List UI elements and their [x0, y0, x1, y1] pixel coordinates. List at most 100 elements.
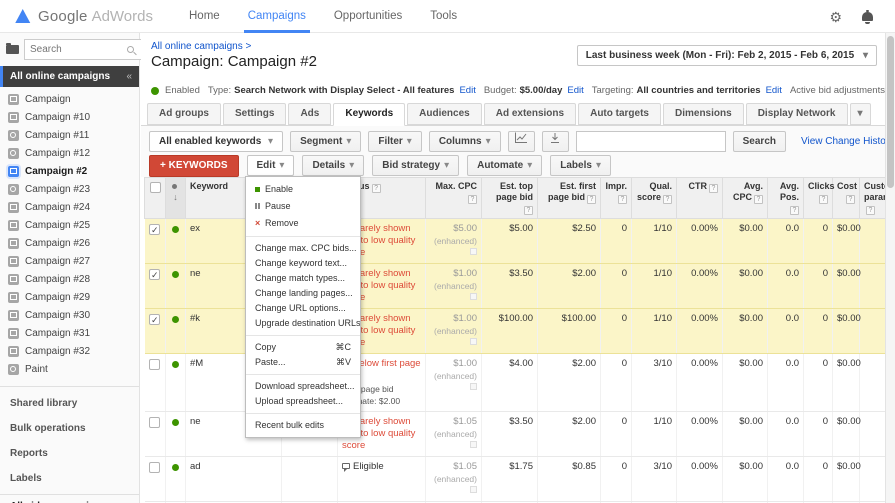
- segment-dropdown[interactable]: Segment▾: [290, 131, 361, 152]
- menu-item-enable[interactable]: Enable: [246, 181, 360, 198]
- menu-item-copy[interactable]: Copy⌘C: [246, 340, 360, 355]
- folder-icon[interactable]: [6, 45, 19, 54]
- menu-item-upload-spreadsheet[interactable]: Upload spreadsheet...: [246, 394, 360, 409]
- tab-settings[interactable]: Settings: [223, 103, 286, 125]
- select-all-checkbox[interactable]: [150, 182, 161, 193]
- row-checkbox[interactable]: ✓: [149, 314, 160, 325]
- help-icon[interactable]: ?: [372, 184, 381, 193]
- status-dot-column-header[interactable]: ↓: [166, 178, 186, 219]
- tab-ad-extensions[interactable]: Ad extensions: [484, 103, 576, 125]
- date-range-selector[interactable]: Last business week (Mon - Fri): Feb 2, 2…: [577, 45, 877, 66]
- column-header-avg-pos[interactable]: Avg. Pos.?: [768, 178, 804, 219]
- sidebar-panel-title[interactable]: All online campaigns «: [0, 66, 139, 87]
- filter-dropdown[interactable]: Filter▾: [368, 131, 421, 152]
- help-icon[interactable]: ?: [709, 184, 718, 193]
- sidebar-campaign-campaign-30[interactable]: Campaign #30: [0, 306, 139, 324]
- sidebar-campaign-campaign-29[interactable]: Campaign #29: [0, 288, 139, 306]
- collapse-icon[interactable]: «: [126, 71, 132, 82]
- nav-home[interactable]: Home: [175, 0, 234, 33]
- menu-item-change-url-options[interactable]: Change URL options...: [246, 301, 360, 316]
- vertical-scrollbar[interactable]: [885, 33, 895, 503]
- menu-item-change-max-cpc-bids[interactable]: Change max. CPC bids...: [246, 241, 360, 256]
- column-header-qual-score[interactable]: Qual. score?: [632, 178, 677, 219]
- sidebar-campaign-campaign-2[interactable]: Campaign #2: [0, 162, 139, 180]
- row-checkbox[interactable]: [149, 359, 160, 370]
- max-cpc-cell[interactable]: $1.05(enhanced): [426, 457, 482, 502]
- max-cpc-cell[interactable]: $1.05(enhanced): [426, 412, 482, 457]
- breadcrumb[interactable]: All online campaigns >: [151, 41, 251, 52]
- sidebar-campaign-campaign-31[interactable]: Campaign #31: [0, 324, 139, 342]
- tab-ads[interactable]: Ads: [288, 103, 331, 125]
- add-keywords-button[interactable]: + KEYWORDS: [149, 155, 239, 177]
- max-cpc-cell[interactable]: $5.00(enhanced): [426, 219, 482, 264]
- sidebar-search-input[interactable]: [24, 39, 142, 60]
- menu-item-recent-bulk-edits[interactable]: Recent bulk edits: [246, 418, 360, 433]
- column-header-avg-cpc[interactable]: Avg. CPC?: [723, 178, 768, 219]
- notification-bell-icon[interactable]: [862, 12, 873, 21]
- sidebar-item-reports[interactable]: Reports: [0, 441, 139, 466]
- edit-link[interactable]: Edit: [567, 85, 583, 96]
- sidebar-campaign-campaign-12[interactable]: Campaign #12: [0, 144, 139, 162]
- help-icon[interactable]: ?: [587, 195, 596, 204]
- download-button[interactable]: [542, 131, 569, 152]
- max-cpc-cell[interactable]: $1.00(enhanced): [426, 354, 482, 412]
- menu-item-upgrade-destination-urls[interactable]: Upgrade destination URLs...: [246, 316, 360, 331]
- edit-link[interactable]: Edit: [459, 85, 475, 96]
- scrollbar-thumb[interactable]: [887, 36, 894, 188]
- graph-button[interactable]: [508, 131, 535, 152]
- tab-keywords[interactable]: Keywords: [333, 103, 405, 126]
- bid-strategy-dropdown[interactable]: Bid strategy▾: [372, 155, 459, 176]
- labels-dropdown[interactable]: Labels▾: [550, 155, 611, 176]
- column-header-max-cpc[interactable]: Max. CPC?: [426, 178, 482, 219]
- row-checkbox[interactable]: [149, 417, 160, 428]
- nav-opportunities[interactable]: Opportunities: [320, 0, 416, 33]
- sidebar-campaign-campaign-23[interactable]: Campaign #23: [0, 180, 139, 198]
- sidebar-campaign-campaign-24[interactable]: Campaign #24: [0, 198, 139, 216]
- sidebar-item-shared-library[interactable]: Shared library: [0, 391, 139, 416]
- help-icon[interactable]: ?: [618, 195, 627, 204]
- view-change-history-link[interactable]: View Change History: [801, 136, 894, 147]
- automate-dropdown[interactable]: Automate▾: [467, 155, 542, 176]
- menu-item-change-match-types[interactable]: Change match types...: [246, 271, 360, 286]
- row-checkbox[interactable]: [149, 462, 160, 473]
- help-icon[interactable]: ?: [866, 206, 875, 215]
- help-icon[interactable]: ?: [754, 195, 763, 204]
- sidebar-campaign-paint[interactable]: Paint: [0, 360, 139, 378]
- column-header-cost[interactable]: Cost?: [833, 178, 860, 219]
- tab-auto-targets[interactable]: Auto targets: [578, 103, 661, 125]
- sidebar-campaign-campaign-10[interactable]: Campaign #10: [0, 108, 139, 126]
- row-checkbox[interactable]: ✓: [149, 224, 160, 235]
- help-icon[interactable]: ?: [468, 195, 477, 204]
- sidebar-campaign-campaign-25[interactable]: Campaign #25: [0, 216, 139, 234]
- more-tabs-button[interactable]: ▾: [850, 103, 871, 125]
- column-header-est-first-page-bid[interactable]: Est. first page bid?: [538, 178, 601, 219]
- column-header-impr[interactable]: Impr.?: [601, 178, 632, 219]
- help-icon[interactable]: ?: [819, 195, 828, 204]
- help-icon[interactable]: ?: [524, 206, 533, 215]
- keyword-search-input[interactable]: [576, 131, 726, 152]
- column-header-ctr[interactable]: CTR?: [677, 178, 723, 219]
- tab-dimensions[interactable]: Dimensions: [663, 103, 744, 125]
- menu-item-change-keyword-text[interactable]: Change keyword text...: [246, 256, 360, 271]
- menu-item-remove[interactable]: ×Remove: [246, 215, 360, 232]
- edit-link[interactable]: Edit: [766, 85, 782, 96]
- search-button[interactable]: Search: [733, 131, 786, 152]
- column-header-est-top-page-bid[interactable]: Est. top page bid?: [482, 178, 538, 219]
- help-icon[interactable]: ?: [846, 195, 855, 204]
- column-header-clicks[interactable]: Clicks?: [804, 178, 833, 219]
- nav-campaigns[interactable]: Campaigns: [234, 0, 320, 33]
- view-selector-dropdown[interactable]: All enabled keywords ▾: [149, 131, 283, 152]
- menu-item-pause[interactable]: Pause: [246, 198, 360, 215]
- sidebar-campaign-campaign-32[interactable]: Campaign #32: [0, 342, 139, 360]
- sidebar-item-all-video-campaigns[interactable]: All video campaigns: [0, 494, 139, 503]
- row-checkbox[interactable]: ✓: [149, 269, 160, 280]
- gear-icon[interactable]: ⚙: [829, 10, 842, 24]
- tab-display-network[interactable]: Display Network: [746, 103, 848, 125]
- select-all-checkbox-header[interactable]: [145, 178, 166, 219]
- tab-ad-groups[interactable]: Ad groups: [147, 103, 221, 125]
- menu-item-download-spreadsheet[interactable]: Download spreadsheet...: [246, 379, 360, 394]
- sidebar-campaign-campaign[interactable]: Campaign: [0, 90, 139, 108]
- sidebar-campaign-campaign-28[interactable]: Campaign #28: [0, 270, 139, 288]
- max-cpc-cell[interactable]: $1.00(enhanced): [426, 309, 482, 354]
- columns-dropdown[interactable]: Columns▾: [429, 131, 501, 152]
